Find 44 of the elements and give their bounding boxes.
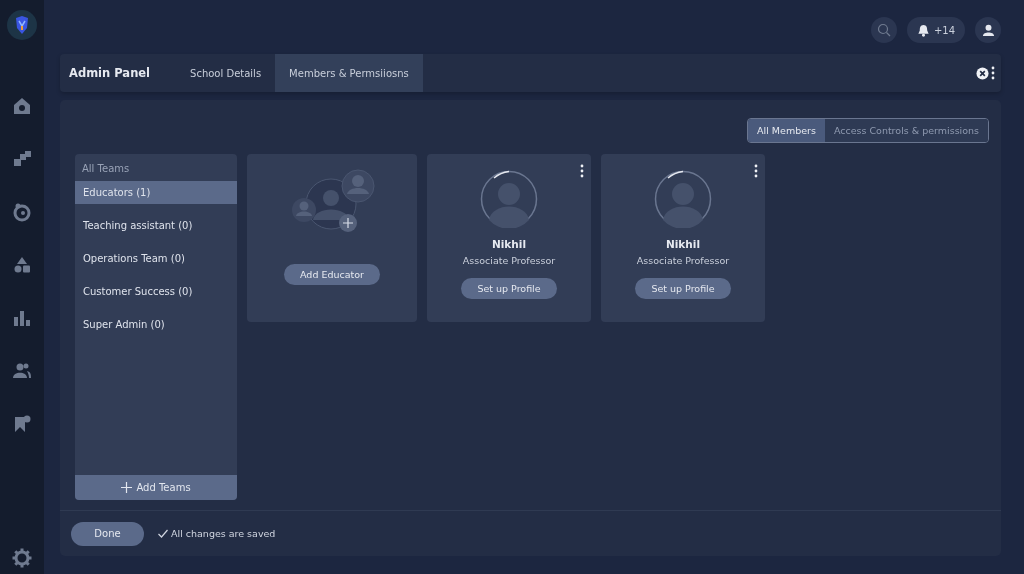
- avatar-icon: [654, 170, 712, 228]
- people-icon[interactable]: [12, 361, 32, 381]
- member-role: Associate Professor: [462, 255, 556, 266]
- blocks-icon[interactable]: [12, 149, 32, 169]
- user-icon: [981, 23, 995, 37]
- home-icon[interactable]: [12, 96, 32, 116]
- plus-icon: [121, 482, 133, 493]
- member-name: Nikhil: [491, 238, 526, 250]
- set-up-profile-button[interactable]: Set up Profile: [461, 278, 557, 299]
- save-status: All changes are saved: [171, 528, 276, 539]
- more-icon[interactable]: [580, 164, 584, 178]
- panel-tab[interactable]: School Details: [176, 54, 276, 92]
- panel-tab[interactable]: Members & Permsiiosns: [275, 54, 423, 92]
- check-icon: [158, 529, 168, 538]
- search-icon: [876, 23, 891, 37]
- add-teams-button[interactable]: Add Teams: [75, 475, 237, 500]
- app-logo[interactable]: [7, 10, 37, 40]
- team-item[interactable]: Educators (1): [75, 181, 237, 204]
- toggle-option[interactable]: Access Controls & permissions: [824, 119, 988, 142]
- shapes-icon[interactable]: [12, 255, 32, 275]
- team-item[interactable]: Super Admin (0): [75, 313, 237, 336]
- palette-icon[interactable]: [12, 202, 32, 222]
- teams-heading: All Teams: [81, 162, 131, 176]
- more-icon[interactable]: [754, 164, 758, 178]
- search-button[interactable]: [870, 17, 897, 43]
- team-item[interactable]: Operations Team (0): [75, 247, 237, 270]
- more-icon[interactable]: [991, 66, 995, 80]
- done-button[interactable]: Done: [71, 521, 144, 546]
- add-educator-button[interactable]: Add Educator: [284, 264, 380, 285]
- settings-icon[interactable]: [12, 548, 32, 568]
- team-item[interactable]: Teaching assistant (0): [75, 214, 237, 237]
- member-role: Associate Professor: [636, 255, 730, 266]
- member-name: Nikhil: [665, 238, 700, 250]
- panel-title: Admin Panel: [69, 66, 151, 80]
- close-icon[interactable]: [976, 66, 989, 80]
- toggle-option[interactable]: All Members: [748, 119, 825, 142]
- bookmark-icon[interactable]: [12, 414, 32, 434]
- notifications-button[interactable]: +14: [906, 17, 965, 43]
- profile-button[interactable]: [975, 17, 1001, 43]
- avatar-icon: [480, 170, 538, 228]
- set-up-profile-button[interactable]: Set up Profile: [635, 278, 731, 299]
- team-item[interactable]: Customer Success (0): [75, 280, 237, 303]
- bar-chart-icon[interactable]: [12, 308, 32, 328]
- bell-icon: [916, 23, 930, 37]
